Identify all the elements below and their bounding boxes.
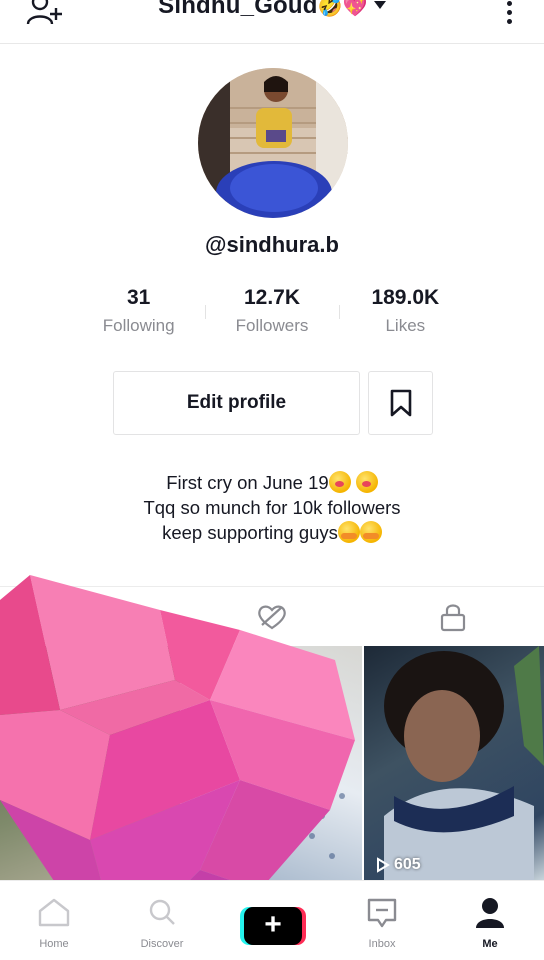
nav-label: Inbox xyxy=(368,938,396,950)
video-grid: 605 xyxy=(0,646,544,880)
top-bar: Sindhu_Goud🤣💖 xyxy=(0,0,544,44)
hugging-face-emoji xyxy=(337,521,360,543)
bio-line: First cry on June 19 xyxy=(0,470,544,495)
bio-line: keep supporting guys xyxy=(0,520,544,545)
tab-videos[interactable] xyxy=(0,587,181,647)
profile-stats: 31 Following 12.7K Followers 189.0K Like… xyxy=(72,285,472,345)
profile-icon xyxy=(476,898,504,928)
nav-label: Me xyxy=(482,938,498,950)
chevron-down-icon xyxy=(373,0,386,9)
liked-heart-icon xyxy=(257,605,286,630)
nav-label: Discover xyxy=(140,938,184,950)
create-plus-icon: + xyxy=(244,907,302,945)
content-tabs xyxy=(0,586,544,646)
nav-label: Home xyxy=(39,938,69,950)
search-icon xyxy=(149,899,175,925)
play-icon xyxy=(377,857,390,873)
bio-line: Tqq so munch for 10k followers xyxy=(143,497,401,518)
title-emojis: 🤣💖 xyxy=(317,0,368,18)
avatar[interactable] xyxy=(198,68,348,218)
view-count: 605 xyxy=(376,856,421,874)
nav-me[interactable]: Me xyxy=(436,881,544,960)
nav-inbox[interactable]: Inbox xyxy=(328,881,436,960)
video-thumbnail[interactable]: 605 xyxy=(364,646,544,880)
stat-label: Following xyxy=(102,316,175,335)
profile-username: @sindhura.b xyxy=(205,232,339,257)
lock-icon xyxy=(440,604,465,632)
stat-value: 12.7K xyxy=(243,286,301,309)
kissing-face-emoji xyxy=(355,471,378,493)
home-icon xyxy=(38,898,70,927)
stat-likes[interactable]: 189.0K Likes xyxy=(338,285,472,345)
favorites-button[interactable] xyxy=(368,371,433,435)
bottom-navigation: Home Discover + Inbox Me xyxy=(0,880,544,960)
kissing-face-emoji xyxy=(328,471,351,493)
bookmark-icon xyxy=(390,389,411,417)
account-switcher[interactable]: Sindhu_Goud🤣💖 xyxy=(0,0,544,20)
inbox-icon xyxy=(367,898,397,928)
nav-discover[interactable]: Discover xyxy=(108,881,216,960)
stat-followers[interactable]: 12.7K Followers xyxy=(205,285,338,345)
stat-following[interactable]: 31 Following xyxy=(72,285,205,345)
hugging-face-emoji xyxy=(359,521,382,543)
account-name: Sindhu_Goud xyxy=(158,0,318,19)
tab-private[interactable] xyxy=(362,587,543,647)
video-thumbnail[interactable] xyxy=(0,646,180,880)
stat-label: Likes xyxy=(385,316,426,335)
video-thumbnail[interactable] xyxy=(182,646,362,880)
create-button[interactable]: + xyxy=(240,907,306,945)
stat-value: 189.0K xyxy=(371,286,440,309)
profile-bio: First cry on June 19 Tqq so munch for 10… xyxy=(0,470,544,545)
stat-value: 31 xyxy=(126,286,151,309)
more-vertical-icon[interactable] xyxy=(504,0,514,24)
stat-label: Followers xyxy=(235,316,309,335)
tab-liked[interactable] xyxy=(181,587,362,647)
view-count-value: 605 xyxy=(394,856,421,873)
edit-profile-button[interactable]: Edit profile xyxy=(113,371,360,435)
nav-home[interactable]: Home xyxy=(0,881,108,960)
